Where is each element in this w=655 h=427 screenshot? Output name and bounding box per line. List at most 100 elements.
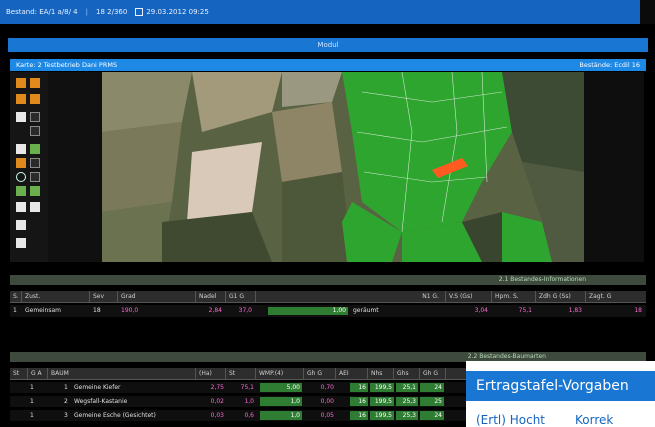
table-row[interactable]: 1 2 Wegsfall-Kastanie 0,02 1,0 1,0 0,00 … — [10, 396, 466, 407]
cell-ha: 0,02 — [210, 398, 224, 405]
pan-icon[interactable] — [30, 112, 40, 122]
module-header[interactable]: Modul — [8, 38, 648, 52]
save-icon[interactable] — [30, 94, 40, 104]
column-header[interactable]: Gh G — [420, 368, 446, 380]
column-header[interactable]: (Ha) — [196, 368, 226, 380]
table-row[interactable]: 1 Gemeinsam 18 190,0 2,84 37,0 1,00 gerä… — [10, 305, 646, 317]
map-status: Bestände: Ecdil 16 — [579, 61, 640, 69]
column-header[interactable]: Hpm. S. — [492, 291, 536, 303]
status-datetime: 29.03.2012 09:25 — [146, 8, 209, 16]
table-row[interactable]: 1 1 Gemeine Kiefer 2,75 75,1 5,00 0,70 1… — [10, 382, 466, 393]
column-header[interactable]: Nadel — [196, 291, 226, 303]
close-icon[interactable] — [16, 202, 26, 212]
cell-end: 24 — [420, 411, 444, 420]
popup-sub-left[interactable]: (Ertl) Hocht — [476, 413, 545, 427]
cell-ghs: 25,3 — [396, 397, 418, 406]
cell-zagt: 18 — [634, 307, 642, 314]
status-stand: Bestand: EA/1 a/8/ 4 — [6, 8, 78, 16]
cell-aei: 16 — [350, 411, 368, 420]
stand-info-header: S. Zust. Sev Grad Nadel G1 G N1 G. V.S (… — [10, 291, 646, 303]
field-area — [187, 142, 262, 222]
column-header[interactable]: V.S (Gs) — [446, 291, 492, 303]
cell-ghg: 0,05 — [320, 412, 334, 419]
cell-vs: 3,04 — [474, 307, 488, 314]
cell-st: 1 — [30, 398, 34, 405]
cell-zust: Gemeinsam — [25, 307, 61, 314]
field-area — [102, 202, 172, 262]
select-icon[interactable] — [16, 78, 26, 88]
column-header[interactable]: St — [226, 368, 256, 380]
column-header[interactable]: Sev — [90, 291, 118, 303]
cell-name: Gemeine Kiefer — [74, 384, 121, 391]
settings-icon[interactable] — [30, 202, 40, 212]
table-row[interactable]: 1 3 Gemeine Esche (Gesichtet) 0,03 0,6 1… — [10, 410, 466, 421]
cell-nhs: 199,5 — [370, 397, 394, 406]
column-header[interactable]: N1 G. — [256, 291, 446, 303]
column-header[interactable]: Zust. — [22, 291, 90, 303]
cell-nhs: 199,5 — [370, 411, 394, 420]
column-header[interactable]: Ghs — [394, 368, 420, 380]
status-separator: | — [85, 8, 88, 16]
cell-hpm: 75,1 — [518, 307, 532, 314]
cell-end: 25 — [420, 397, 444, 406]
cell-end: 24 — [420, 383, 444, 392]
cell-wmp: 1,0 — [260, 411, 302, 420]
info-icon[interactable] — [16, 144, 26, 154]
cell-ga: 3 — [64, 412, 68, 419]
status-count: 18 2/360 — [96, 8, 128, 16]
column-header[interactable]: S. — [10, 291, 22, 303]
cell-ha: 0,03 — [210, 412, 224, 419]
column-header[interactable]: BAUM — [48, 368, 196, 380]
print-icon[interactable] — [30, 172, 40, 182]
popup-sub-right[interactable]: Korrek — [575, 413, 613, 427]
cell-ghs: 25,3 — [396, 411, 418, 420]
column-header[interactable]: AEI — [336, 368, 368, 380]
folder-icon[interactable] — [16, 94, 26, 104]
column-header[interactable]: WMP.(4) — [256, 368, 304, 380]
field-area — [102, 122, 182, 212]
map-scrollbar-area[interactable] — [584, 72, 644, 262]
grid-icon[interactable] — [30, 186, 40, 196]
ertragstafel-popup[interactable]: Ertragstafel-Vorgaben (Ertl) Hocht Korre… — [466, 361, 655, 427]
highlight-icon[interactable] — [30, 78, 40, 88]
cell-sev: 18 — [93, 307, 101, 314]
cell-ga: 2 — [64, 398, 68, 405]
forest-map[interactable] — [102, 72, 584, 262]
circle-icon[interactable] — [16, 172, 26, 182]
column-header[interactable]: G1 G — [226, 291, 256, 303]
cell-zdh: 1,83 — [568, 307, 582, 314]
zoom-icon[interactable] — [16, 112, 26, 122]
column-header[interactable]: Grad — [118, 291, 196, 303]
cell-status: geräumt — [353, 307, 379, 314]
column-header[interactable]: Zagt. G — [586, 291, 646, 303]
map-toolbar — [10, 72, 48, 262]
cell-ha: 2,75 — [210, 384, 224, 391]
map-title-bar: Karte: 2 Testbetrieb Dani PRMS Bestände:… — [10, 59, 646, 71]
cell-ghs: 25,1 — [396, 383, 418, 392]
measure-icon[interactable] — [30, 144, 40, 154]
cell-grad: 190,0 — [121, 307, 139, 314]
cell-nhs: 199,5 — [370, 383, 394, 392]
progress-value: 1,00 — [332, 307, 346, 314]
column-header[interactable]: St — [10, 368, 28, 380]
column-header[interactable]: Nhs — [368, 368, 394, 380]
cell-name: Wegsfall-Kastanie — [74, 398, 128, 405]
status-datetime-wrap: 29.03.2012 09:25 — [135, 8, 209, 16]
map-canvas[interactable] — [102, 72, 584, 262]
cell-ga: 1 — [64, 384, 68, 391]
polygon-icon[interactable] — [16, 158, 26, 168]
map-icon[interactable] — [16, 220, 26, 230]
layers-list-icon[interactable] — [16, 238, 26, 248]
export-icon[interactable] — [16, 186, 26, 196]
cell-g1: 37,0 — [238, 307, 252, 314]
column-header[interactable]: G A — [28, 368, 48, 380]
column-header[interactable]: Gh G — [304, 368, 336, 380]
field-area — [272, 102, 342, 182]
cell-ghg: 0,70 — [320, 384, 334, 391]
line-icon[interactable] — [30, 158, 40, 168]
column-header[interactable]: Zdh G (Ss) — [536, 291, 586, 303]
layer-icon[interactable] — [30, 126, 40, 136]
cell-s: 0,6 — [244, 412, 254, 419]
popup-subheader: (Ertl) Hocht Korrek — [476, 413, 655, 427]
cell-s: 1,0 — [244, 398, 254, 405]
